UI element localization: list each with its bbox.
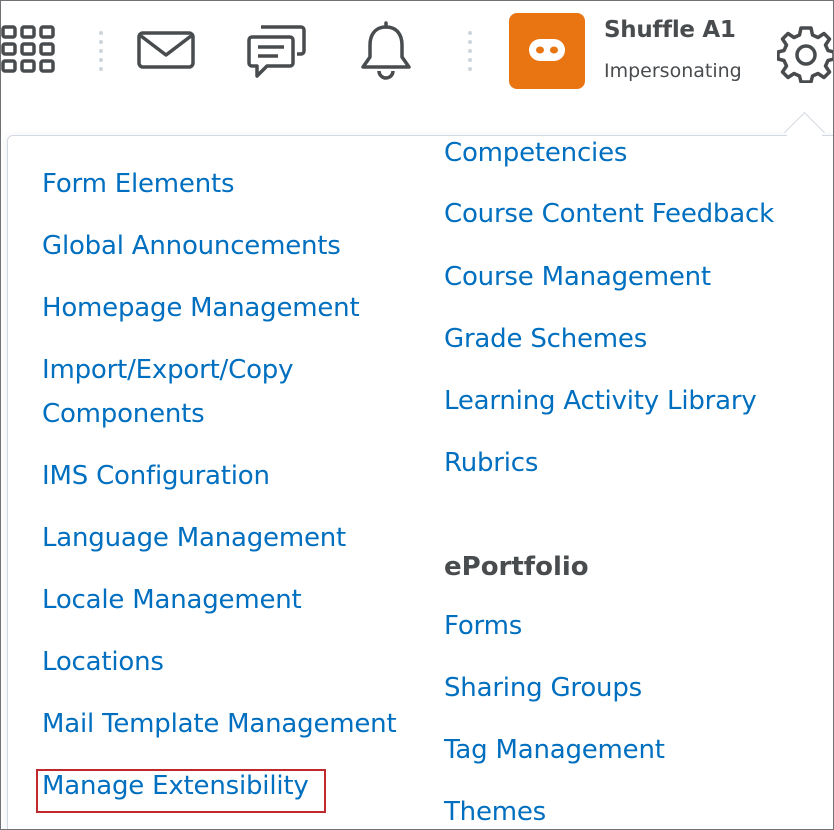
highlight-box	[36, 769, 326, 813]
menu-link-locations[interactable]: Locations	[42, 640, 164, 684]
menu-link-homepage-management[interactable]: Homepage Management	[42, 286, 360, 330]
menu-link-course-management[interactable]: Course Management	[444, 255, 711, 299]
menu-link-sharing-groups[interactable]: Sharing Groups	[444, 666, 642, 710]
grid-icon[interactable]	[1, 23, 55, 77]
menu-link-themes[interactable]: Themes	[444, 790, 546, 829]
user-avatar[interactable]	[509, 13, 585, 89]
top-navbar: Shuffle A1 Impersonating	[1, 1, 833, 105]
menu-link-course-content-feedback[interactable]: Course Content Feedback	[444, 192, 774, 236]
menu-link-grade-schemes[interactable]: Grade Schemes	[444, 317, 647, 361]
user-name[interactable]: Shuffle A1	[604, 17, 736, 43]
menu-link-locale-management[interactable]: Locale Management	[42, 578, 302, 622]
menu-link-import-export-copy-components[interactable]: Components	[42, 392, 205, 436]
user-role: Impersonating	[604, 60, 742, 82]
menu-link-import-export-copy[interactable]: Import/Export/Copy	[42, 348, 293, 392]
navbar-divider	[99, 31, 103, 76]
menu-link-form-elements[interactable]: Form Elements	[42, 162, 235, 206]
mask-icon	[529, 39, 565, 61]
menu-link-forms[interactable]: Forms	[444, 604, 522, 648]
section-heading-eportfolio: ePortfolio	[444, 552, 589, 582]
menu-link-mail-template-management[interactable]: Mail Template Management	[42, 702, 397, 746]
window-frame: Shuffle A1 Impersonating Form Elements G…	[0, 0, 834, 830]
gear-icon[interactable]	[777, 25, 833, 83]
menu-link-language-management[interactable]: Language Management	[42, 516, 346, 560]
menu-link-global-announcements[interactable]: Global Announcements	[42, 224, 341, 268]
menu-link-competencies[interactable]: Competencies	[444, 131, 627, 175]
menu-link-learning-activity-library[interactable]: Learning Activity Library	[444, 379, 757, 423]
mail-icon[interactable]	[137, 31, 197, 71]
menu-link-ims-configuration[interactable]: IMS Configuration	[42, 454, 270, 498]
navbar-divider	[468, 31, 472, 76]
menu-link-rubrics[interactable]: Rubrics	[444, 441, 538, 485]
bell-icon[interactable]	[358, 21, 414, 81]
menu-link-tag-management[interactable]: Tag Management	[444, 728, 665, 772]
chat-icon[interactable]	[247, 21, 307, 81]
